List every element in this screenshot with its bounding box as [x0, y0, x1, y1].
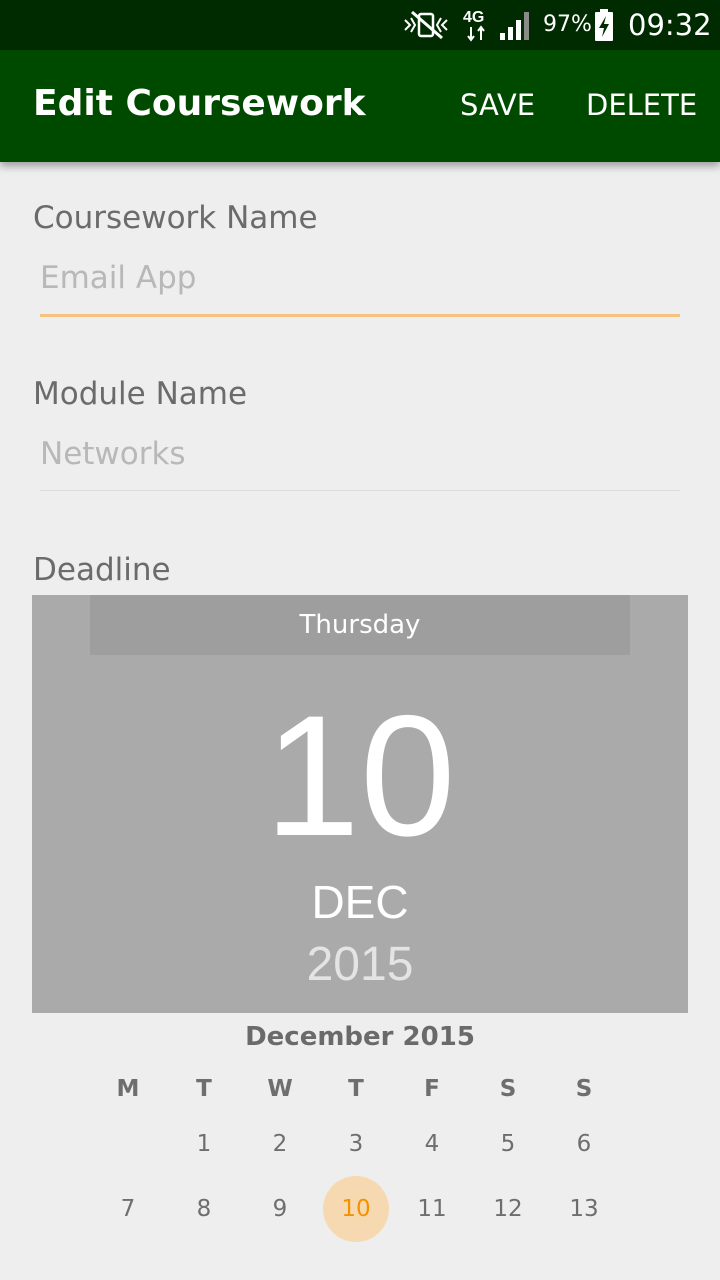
clock: 09:32 [628, 8, 712, 42]
vibrate-mute-icon [402, 0, 452, 50]
calendar-day[interactable]: 13 [551, 1176, 617, 1242]
deadline-label: Deadline [33, 552, 171, 588]
calendar-day[interactable]: 6 [551, 1111, 617, 1177]
selected-month[interactable]: DEC [32, 875, 688, 929]
calendar-month-title: December 2015 [245, 1022, 475, 1052]
calendar-day-selected[interactable]: 10 [323, 1176, 389, 1242]
calendar-day[interactable]: 3 [323, 1111, 389, 1177]
save-button[interactable]: SAVE [460, 88, 535, 122]
module-name-label: Module Name [33, 376, 248, 412]
calendar-day[interactable]: 8 [171, 1176, 237, 1242]
coursework-name-label: Coursework Name [33, 200, 318, 236]
selected-year[interactable]: 2015 [32, 937, 688, 992]
coursework-name-underline-focused [40, 314, 680, 317]
module-name-input[interactable] [40, 426, 680, 482]
calendar-day[interactable]: 1 [171, 1111, 237, 1177]
day-of-week: Thursday [90, 595, 630, 655]
page-title: Edit Coursework [33, 83, 366, 124]
battery-charging-icon [593, 0, 615, 50]
app-bar: Edit Coursework SAVE DELETE [0, 50, 720, 162]
calendar-day[interactable]: 9 [247, 1176, 313, 1242]
calendar-day[interactable]: 5 [475, 1111, 541, 1177]
signal-icon [498, 0, 534, 50]
svg-text:4G: 4G [463, 9, 484, 26]
selected-day-number[interactable]: 10 [32, 690, 688, 862]
calendar-day[interactable]: 11 [399, 1176, 465, 1242]
network-4g-icon: 4G [462, 0, 492, 50]
calendar-day[interactable]: 2 [247, 1111, 313, 1177]
coursework-name-input[interactable] [40, 250, 680, 306]
calendar-day[interactable]: 4 [399, 1111, 465, 1177]
status-bar: 4G 97% 09:32 [0, 0, 720, 50]
battery-percent: 97% [543, 12, 592, 37]
date-picker-header: Thursday 10 DEC 2015 [32, 595, 688, 1013]
module-name-underline [40, 490, 680, 491]
calendar-day[interactable]: 12 [475, 1176, 541, 1242]
calendar-day[interactable]: 7 [95, 1176, 161, 1242]
weekday-header: M [116, 1076, 140, 1102]
delete-button[interactable]: DELETE [586, 88, 697, 122]
